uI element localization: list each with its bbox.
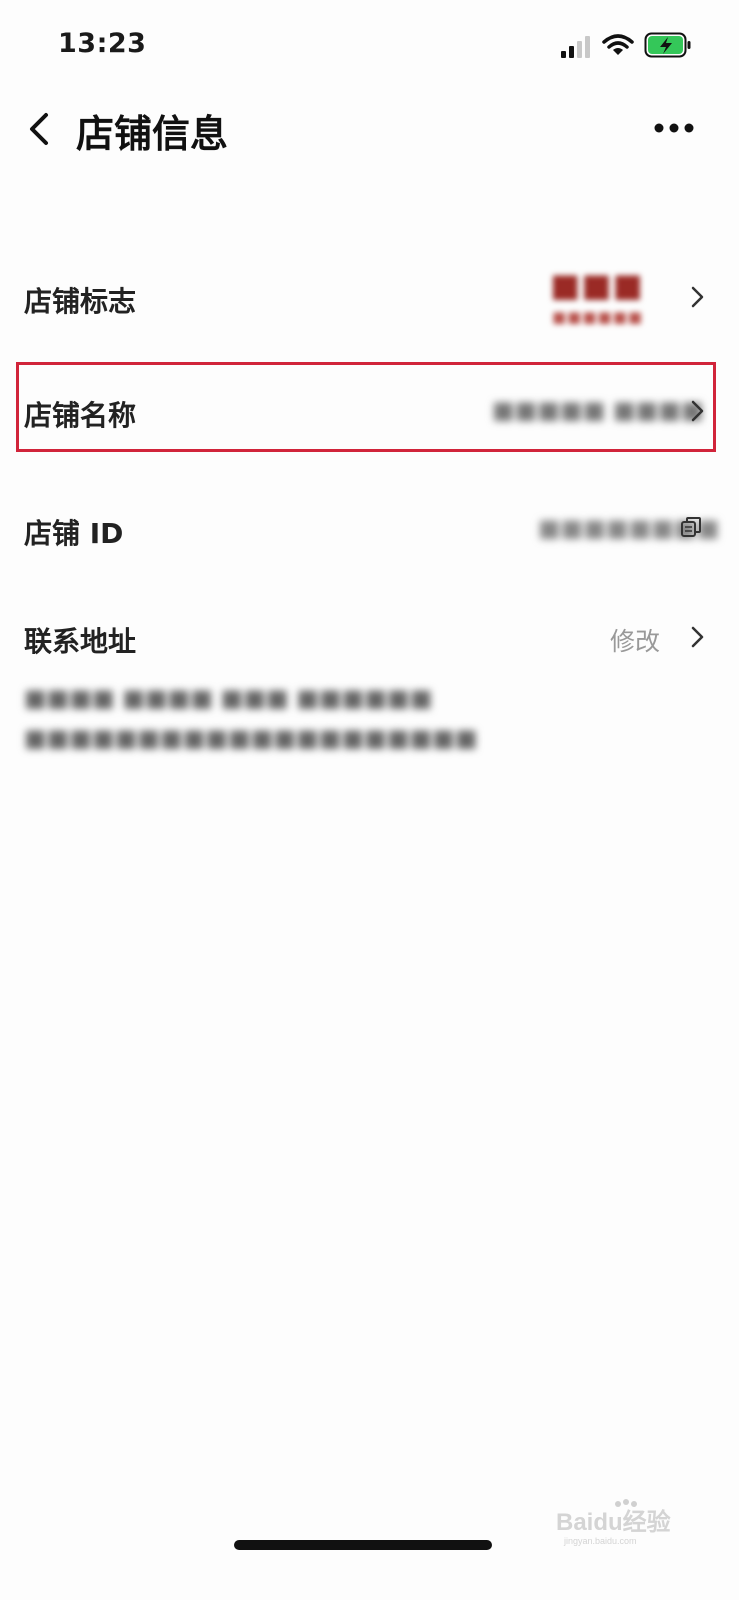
edit-address-button[interactable]: 修改: [610, 622, 660, 658]
shop-id-label: 店铺 ID: [24, 517, 124, 550]
page-title: 店铺信息: [76, 112, 229, 156]
status-time: 13:23: [58, 28, 147, 59]
shop-logo-image: ■■■ ■■■■■■: [544, 264, 662, 334]
cellular-signal-icon: [561, 36, 590, 58]
contact-address-label: 联系地址: [24, 625, 137, 658]
watermark-text: Baidu经验: [556, 1508, 671, 1536]
shop-logo-row[interactable]: 店铺标志 ■■■ ■■■■■■: [0, 250, 739, 340]
home-indicator[interactable]: [234, 1540, 492, 1550]
chevron-right-icon: [691, 626, 704, 648]
nav-bar: 店铺信息: [0, 95, 739, 165]
chevron-left-icon[interactable]: [26, 111, 54, 147]
shop-id-row: 店铺 ID ■■■■■■■■: [0, 484, 739, 574]
address-line: ■■■■■■■■■■■■■■■■■■■■: [24, 724, 478, 752]
shop-logo-subtext: ■■■■■■: [552, 308, 644, 326]
highlight-annotation: [16, 362, 716, 452]
contact-address-value: ■■■■ ■■■■ ■■■ ■■■■■■ ■■■■■■■■■■■■■■■■■■■…: [24, 678, 478, 758]
shop-logo-label: 店铺标志: [24, 285, 137, 318]
more-dots-icon[interactable]: [652, 115, 696, 141]
status-bar: 13:23: [0, 0, 739, 90]
wifi-icon: [602, 34, 634, 55]
watermark-subtext: jingyan.baidu.com: [563, 1536, 637, 1546]
contact-address-row[interactable]: 联系地址 修改 ■■■■ ■■■■ ■■■ ■■■■■■ ■■■■■■■■■■■…: [0, 596, 739, 752]
chevron-right-icon: [691, 286, 704, 308]
battery-charging-icon: [644, 32, 691, 58]
shop-logo-text: ■■■: [550, 266, 644, 304]
address-line: ■■■■ ■■■■ ■■■ ■■■■■■: [24, 684, 433, 712]
copy-icon[interactable]: [680, 516, 702, 538]
baidu-jingyan-watermark: Baidu经验 jingyan.baidu.com: [556, 1499, 671, 1546]
